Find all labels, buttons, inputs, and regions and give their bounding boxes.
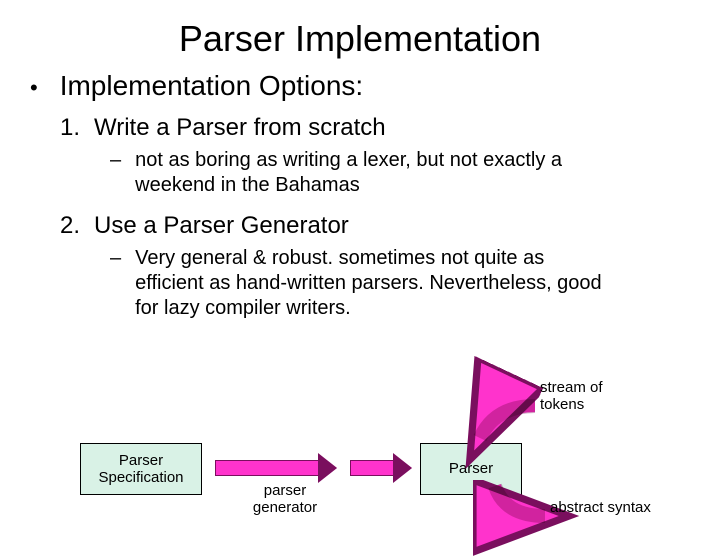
bullet-text: Implementation Options: [60,70,364,102]
num-marker-1: 1. [60,114,80,142]
bullet-implementation-options: • Implementation Options: [30,70,720,106]
dash-marker: – [110,148,121,198]
sub-item: – Very general & robust. sometimes not q… [110,246,720,321]
dash-text-1: not as boring as writing a lexer, but no… [135,148,615,198]
label-stream-of-tokens: stream of tokens [540,380,630,413]
diagram: Parser Specification Parser parser gener… [60,428,700,548]
label-parser-generator: parser generator [235,483,335,516]
num-text-2: Use a Parser Generator [94,212,349,240]
label-abstract-syntax: abstract syntax [550,500,670,517]
dash-marker: – [110,246,121,321]
dash-text-2: Very general & robust. sometimes not qui… [135,246,615,321]
list-item: 1. Write a Parser from scratch [60,114,720,142]
num-text-1: Write a Parser from scratch [94,114,386,142]
list-item: 2. Use a Parser Generator [60,212,720,240]
sub-item: – not as boring as writing a lexer, but … [110,148,720,198]
numbered-list: 1. Write a Parser from scratch – not as … [60,114,720,321]
bullet-marker: • [30,70,38,106]
box-parser-spec: Parser Specification [80,443,202,495]
slide-title: Parser Implementation [0,18,720,60]
num-marker-2: 2. [60,212,80,240]
